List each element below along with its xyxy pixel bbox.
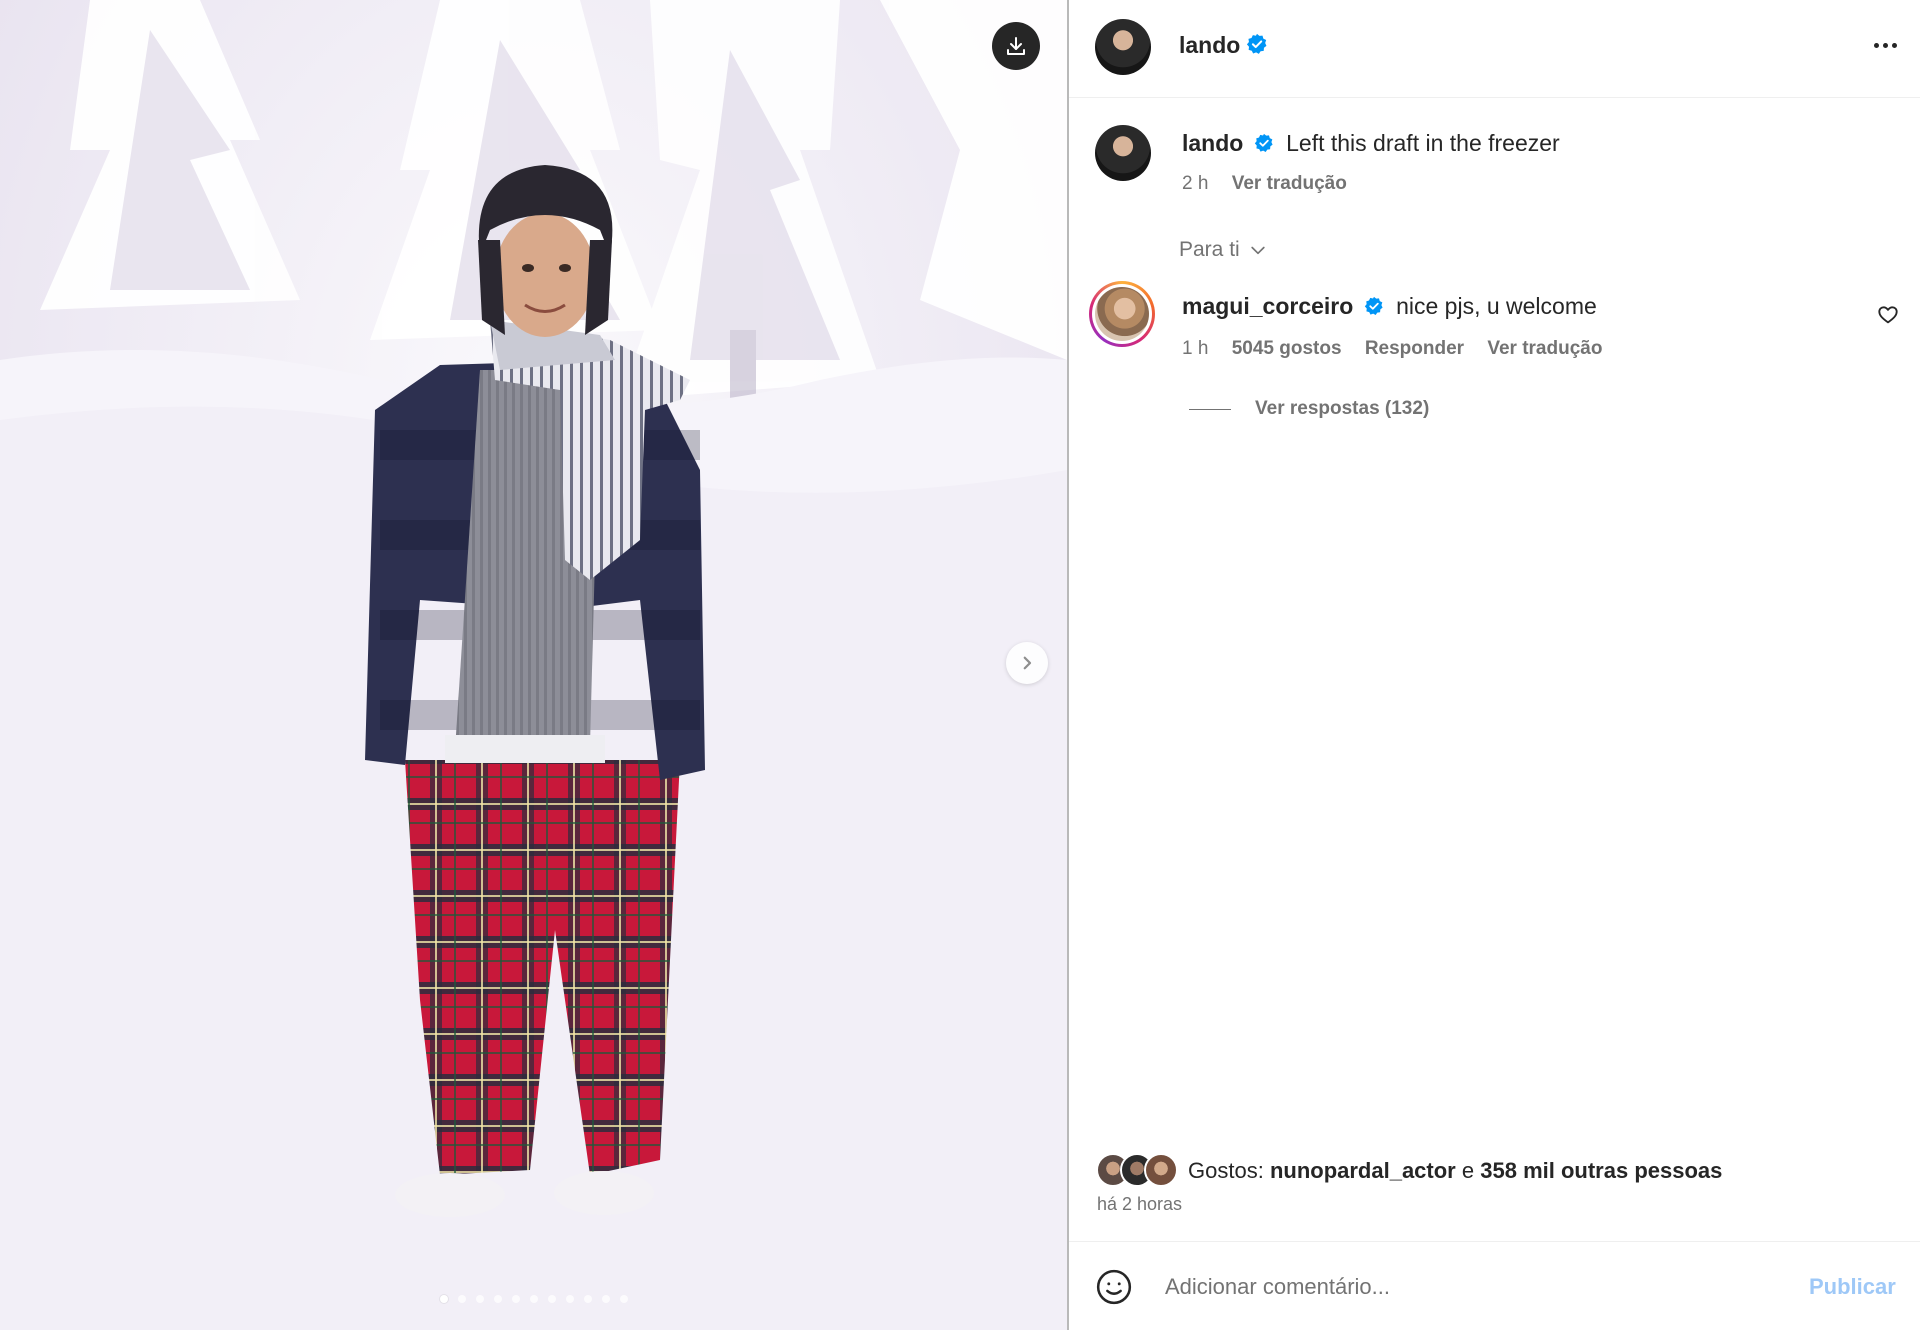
- chevron-down-icon: [1251, 246, 1265, 255]
- carousel-dot: [566, 1295, 574, 1303]
- post-header: lando: [1069, 0, 1920, 98]
- post-side-panel: lando lando Left this draft in the freez…: [1069, 0, 1920, 1330]
- comment-meta: 1 h 5045 gostos Responder Ver tradução: [1182, 338, 1602, 360]
- likes-joiner: e: [1461, 1158, 1475, 1183]
- carousel-dot: [440, 1295, 448, 1303]
- comment-input[interactable]: [1165, 1262, 1765, 1312]
- more-horizontal-icon: [1873, 42, 1879, 48]
- verified-badge-icon: [1246, 33, 1267, 54]
- reply-link[interactable]: Responder: [1365, 338, 1464, 359]
- carousel-dot: [530, 1295, 538, 1303]
- comment-line: magui_corceiro nice pjs, u welcome: [1182, 293, 1597, 320]
- likes-text: Gostos: nunopardal_actor e 358 mil outra…: [1188, 1158, 1722, 1184]
- comment-sort-label: Para ti: [1179, 238, 1240, 261]
- emoji-icon[interactable]: [1095, 1268, 1133, 1306]
- caption-username[interactable]: lando: [1182, 130, 1243, 156]
- carousel-dot: [476, 1295, 484, 1303]
- carousel-dot: [620, 1295, 628, 1303]
- download-icon: [1007, 37, 1025, 55]
- post-photo: [0, 0, 1067, 1330]
- caption-meta: 2 h Ver tradução: [1182, 173, 1347, 195]
- verified-badge-icon: [1364, 296, 1383, 315]
- view-replies-label: Ver respostas (132): [1255, 398, 1430, 419]
- carousel-dot: [602, 1295, 610, 1303]
- likes-others-link[interactable]: 358 mil outras pessoas: [1480, 1158, 1722, 1183]
- caption-timestamp[interactable]: 2 h: [1182, 173, 1208, 194]
- likes-prefix: Gostos:: [1188, 1158, 1264, 1183]
- comment-translate-link[interactable]: Ver tradução: [1487, 338, 1602, 359]
- next-image-button[interactable]: [1006, 642, 1048, 684]
- carousel-dot: [458, 1295, 466, 1303]
- carousel-dot: [584, 1295, 592, 1303]
- chevron-right-icon: [1023, 656, 1032, 670]
- post-timestamp[interactable]: há 2 horas: [1097, 1194, 1182, 1215]
- caption-line: lando Left this draft in the freezer: [1182, 130, 1560, 157]
- view-replies-button[interactable]: Ver respostas (132): [1189, 398, 1429, 420]
- comment-sort-dropdown[interactable]: Para ti: [1179, 238, 1268, 262]
- heart-icon[interactable]: [1877, 304, 1899, 326]
- comment-composer: Publicar: [1069, 1241, 1920, 1330]
- comment-item: magui_corceiro nice pjs, u welcome 1 h 5…: [1069, 280, 1920, 420]
- more-options-button[interactable]: [1865, 30, 1905, 60]
- post-media[interactable]: [0, 0, 1067, 1330]
- post-comment-button[interactable]: Publicar: [1809, 1274, 1896, 1300]
- comment-timestamp[interactable]: 1 h: [1182, 338, 1208, 359]
- replies-rule: [1189, 408, 1231, 410]
- download-button[interactable]: [992, 22, 1040, 70]
- comment-likes-count[interactable]: 5045 gostos: [1232, 338, 1342, 359]
- liker-avatar[interactable]: [1144, 1153, 1178, 1187]
- commenter-avatar[interactable]: [1089, 281, 1155, 347]
- caption-author-avatar[interactable]: [1095, 125, 1151, 181]
- carousel-dot: [548, 1295, 556, 1303]
- carousel-dot: [512, 1295, 520, 1303]
- caption-text: Left this draft in the freezer: [1286, 130, 1560, 156]
- liker-username[interactable]: nunopardal_actor: [1270, 1158, 1456, 1183]
- commenter-username[interactable]: magui_corceiro: [1182, 293, 1353, 319]
- comment-text: nice pjs, u welcome: [1396, 293, 1597, 319]
- verified-badge-icon: [1254, 133, 1273, 152]
- carousel-dot: [494, 1295, 502, 1303]
- author-avatar[interactable]: [1095, 19, 1151, 75]
- caption-translate-link[interactable]: Ver tradução: [1232, 173, 1347, 194]
- carousel-indicator: [440, 1295, 628, 1303]
- liker-avatars: [1096, 1153, 1182, 1189]
- author-username[interactable]: lando: [1179, 32, 1240, 59]
